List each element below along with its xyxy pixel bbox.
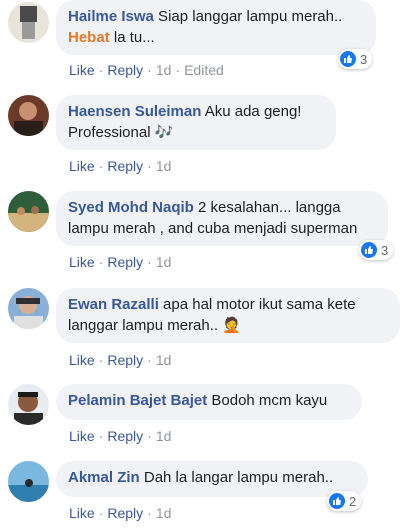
comment-text: Siap langgar lampu merah.. bbox=[153, 8, 343, 25]
comment-text: Aku ada geng! bbox=[201, 103, 302, 120]
reaction-count[interactable]: 3 bbox=[338, 49, 373, 69]
avatar[interactable] bbox=[8, 95, 49, 136]
reply-link[interactable]: Reply bbox=[107, 428, 143, 444]
comment-text: 2 kesalahan... langga bbox=[193, 199, 341, 216]
timestamp[interactable]: 1d bbox=[156, 254, 172, 270]
commenter-name[interactable]: Syed Mohd Naqib bbox=[68, 199, 194, 216]
reaction-count[interactable]: 3 bbox=[359, 240, 394, 260]
reaction-count[interactable]: 2 bbox=[327, 491, 362, 511]
edited-label[interactable]: Edited bbox=[184, 62, 224, 78]
timestamp[interactable]: 1d bbox=[156, 352, 172, 368]
reply-link[interactable]: Reply bbox=[107, 62, 143, 78]
commenter-name[interactable]: Akmal Zin bbox=[68, 469, 140, 486]
commenter-name[interactable]: Pelamin Bajet Bajet bbox=[68, 392, 207, 409]
reply-link[interactable]: Reply bbox=[107, 158, 143, 174]
comment-bubble: Ewan Razalli apa hal motor ikut sama ket… bbox=[56, 288, 400, 343]
like-link[interactable]: Like bbox=[69, 428, 95, 444]
like-link[interactable]: Like bbox=[69, 62, 95, 78]
comment-actions: Like · Reply · 1d bbox=[69, 254, 172, 270]
like-link[interactable]: Like bbox=[69, 158, 95, 174]
commenter-name[interactable]: Haensen Suleiman bbox=[68, 103, 201, 120]
avatar[interactable] bbox=[8, 191, 49, 232]
comment-text: Professional bbox=[68, 124, 155, 141]
comment-text: Bodoh mcm kayu bbox=[207, 392, 328, 409]
avatar[interactable] bbox=[8, 288, 49, 329]
comment-bubble: Hailme Iswa Siap langgar lampu merah.. H… bbox=[56, 0, 376, 55]
like-link[interactable]: Like bbox=[69, 254, 95, 270]
comment-text: la tu... bbox=[109, 29, 155, 46]
comment-actions: Like · Reply · 1d bbox=[69, 505, 172, 521]
timestamp[interactable]: 1d bbox=[156, 505, 172, 521]
thumbs-up-icon bbox=[340, 51, 356, 67]
comment-text: apa hal motor ikut sama kete bbox=[158, 296, 356, 313]
facepalm-icon: 🤦 bbox=[222, 317, 241, 334]
timestamp[interactable]: 1d bbox=[156, 62, 172, 78]
commenter-name[interactable]: Ewan Razalli bbox=[68, 296, 159, 313]
reply-link[interactable]: Reply bbox=[107, 505, 143, 521]
thumbs-up-icon bbox=[329, 493, 345, 509]
commenter-name[interactable]: Hailme Iswa bbox=[68, 8, 154, 25]
comment-text: lampu merah , and cuba menjadi superman bbox=[68, 220, 358, 237]
comment-actions: Like · Reply · 1d bbox=[69, 428, 172, 444]
comment-actions: Like · Reply · 1d bbox=[69, 352, 172, 368]
thumbs-up-icon bbox=[361, 242, 377, 258]
comment-bubble: Pelamin Bajet Bajet Bodoh mcm kayu bbox=[56, 384, 362, 420]
avatar[interactable] bbox=[8, 2, 49, 43]
highlight-text: Hebat bbox=[68, 29, 110, 46]
timestamp[interactable]: 1d bbox=[156, 158, 172, 174]
comment-text: Dah la langar lampu merah.. bbox=[139, 469, 334, 486]
comment-actions: Like · Reply · 1d · Edited bbox=[69, 62, 224, 78]
comment-bubble: Akmal Zin Dah la langar lampu merah.. bbox=[56, 461, 368, 497]
avatar[interactable] bbox=[8, 384, 49, 425]
comment-bubble: Syed Mohd Naqib 2 kesalahan... langga la… bbox=[56, 191, 388, 246]
reply-link[interactable]: Reply bbox=[107, 254, 143, 270]
like-link[interactable]: Like bbox=[69, 505, 95, 521]
timestamp[interactable]: 1d bbox=[156, 428, 172, 444]
avatar[interactable] bbox=[8, 461, 49, 502]
reply-link[interactable]: Reply bbox=[107, 352, 143, 368]
comment-bubble: Haensen Suleiman Aku ada geng! Professio… bbox=[56, 95, 336, 150]
comment-actions: Like · Reply · 1d bbox=[69, 158, 172, 174]
like-link[interactable]: Like bbox=[69, 352, 95, 368]
music-notes-icon: 🎶 bbox=[154, 124, 174, 141]
comment-text: langgar lampu merah.. bbox=[68, 317, 223, 334]
